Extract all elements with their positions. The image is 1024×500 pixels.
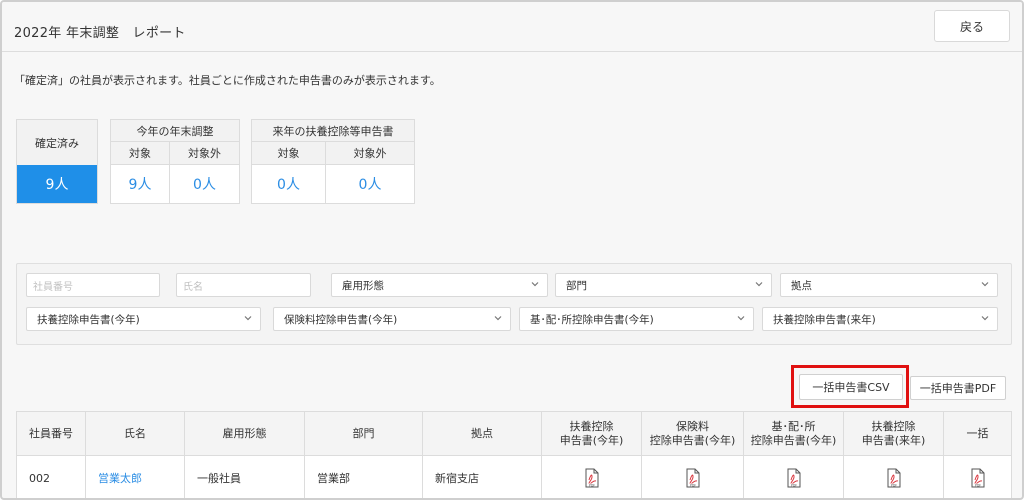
column-header-dependent-next-year: 扶養控除 申告書(来年) <box>844 412 944 456</box>
this-year-target-count[interactable]: 9人 <box>111 165 170 203</box>
insurance-this-year-select[interactable]: 保険料控除申告書(今年) <box>273 307 511 331</box>
next-year-target-label: 対象 <box>252 142 326 165</box>
next-year-title: 来年の扶養控除等申告書 <box>252 120 414 142</box>
column-header-insurance: 保険料 控除申告書(今年) <box>642 412 744 456</box>
this-year-summary: 今年の年末調整 対象 対象外 9人 0人 <box>110 119 240 204</box>
column-header-dependent-next-year-line2: 申告書(来年) <box>861 433 926 447</box>
cell-basic-spouse-income: PDF <box>744 456 844 498</box>
column-header-bulk: 一括 <box>944 412 1011 456</box>
cell-dependent-this-year: PDF <box>542 456 642 498</box>
pdf-file-icon[interactable]: PDF <box>786 468 802 488</box>
location-select[interactable]: 拠点 <box>780 273 998 297</box>
confirmed-label: 確定済み <box>17 120 97 165</box>
pdf-file-icon[interactable]: PDF <box>685 468 701 488</box>
this-year-excluded-count[interactable]: 0人 <box>170 165 239 203</box>
svg-text:PDF: PDF <box>974 483 980 487</box>
dependent-this-year-select[interactable]: 扶養控除申告書(今年) <box>26 307 261 331</box>
chevron-down-icon <box>244 316 252 321</box>
column-header-basic-line2: 控除申告書(今年) <box>750 433 837 447</box>
column-header-basic-line1: 基･配･所 <box>771 419 816 433</box>
chevron-down-icon <box>981 282 989 287</box>
column-header-dependent-this-year-line1: 扶養控除 <box>569 419 614 433</box>
this-year-target-label: 対象 <box>111 142 170 165</box>
employment-type-select-label: 雇用形態 <box>342 279 384 292</box>
confirmed-count[interactable]: 9人 <box>17 165 97 203</box>
department-select-label: 部門 <box>566 279 587 292</box>
employment-type-select[interactable]: 雇用形態 <box>331 273 548 297</box>
column-header-basic-spouse-income: 基･配･所 控除申告書(今年) <box>744 412 844 456</box>
bulk-pdf-button[interactable]: 一括申告書PDF <box>910 376 1006 400</box>
column-header-employment-type[interactable]: 雇用形態 <box>185 412 305 456</box>
confirmed-summary: 確定済み 9人 <box>16 119 98 204</box>
back-button[interactable]: 戻る <box>934 10 1010 42</box>
basic-spouse-income-this-year-select[interactable]: 基･配･所控除申告書(今年) <box>519 307 754 331</box>
employee-name-link[interactable]: 営業太郎 <box>86 456 185 498</box>
cell-department: 営業部 <box>305 456 423 498</box>
chevron-down-icon <box>755 282 763 287</box>
employee-no-input[interactable]: 社員番号 <box>26 273 160 297</box>
cell-insurance: PDF <box>642 456 744 498</box>
dependent-this-year-select-label: 扶養控除申告書(今年) <box>37 313 140 326</box>
svg-text:PDF: PDF <box>689 483 695 487</box>
next-year-excluded-count[interactable]: 0人 <box>326 165 414 203</box>
column-header-employee-no[interactable]: 社員番号 <box>17 412 86 456</box>
highlight-annotation <box>791 365 909 408</box>
department-select[interactable]: 部門 <box>555 273 772 297</box>
cell-employment-type: 一般社員 <box>185 456 305 498</box>
pdf-file-icon[interactable]: PDF <box>970 468 986 488</box>
this-year-excluded-label: 対象外 <box>170 142 239 165</box>
column-header-dependent-this-year: 扶養控除 申告書(今年) <box>542 412 642 456</box>
chevron-down-icon <box>531 282 539 287</box>
next-year-excluded-label: 対象外 <box>326 142 414 165</box>
employee-table: 社員番号 氏名 雇用形態 部門 拠点 扶養控除 申告書(今年) 保険料 控除申告… <box>16 411 1012 498</box>
page-title: 2022年 年末調整 レポート <box>14 26 186 41</box>
notice-text: 「確定済」の社員が表示されます。社員ごとに作成された申告書のみが表示されます。 <box>14 74 441 87</box>
basic-spouse-income-this-year-select-label: 基･配･所控除申告書(今年) <box>530 313 654 326</box>
svg-text:PDF: PDF <box>790 483 796 487</box>
column-header-insurance-line1: 保険料 <box>676 419 709 433</box>
pdf-file-icon[interactable]: PDF <box>886 468 902 488</box>
pdf-file-icon[interactable]: PDF <box>584 468 600 488</box>
cell-dependent-next-year: PDF <box>844 456 944 498</box>
svg-text:PDF: PDF <box>890 483 896 487</box>
insurance-this-year-select-label: 保険料控除申告書(今年) <box>284 313 398 326</box>
column-header-location[interactable]: 拠点 <box>423 412 542 456</box>
cell-location: 新宿支店 <box>423 456 542 498</box>
column-header-name[interactable]: 氏名 <box>86 412 185 456</box>
next-year-target-count[interactable]: 0人 <box>252 165 326 203</box>
column-header-insurance-line2: 控除申告書(今年) <box>649 433 736 447</box>
dependent-next-year-select[interactable]: 扶養控除申告書(来年) <box>762 307 998 331</box>
column-header-dependent-next-year-line1: 扶養控除 <box>871 419 916 433</box>
column-header-department[interactable]: 部門 <box>305 412 423 456</box>
dependent-next-year-select-label: 扶養控除申告書(来年) <box>773 313 876 326</box>
cell-bulk: PDF <box>944 456 1011 498</box>
chevron-down-icon <box>737 316 745 321</box>
this-year-title: 今年の年末調整 <box>111 120 239 142</box>
column-header-dependent-this-year-line2: 申告書(今年) <box>559 433 624 447</box>
cell-employee-no: 002 <box>17 456 86 498</box>
name-input[interactable]: 氏名 <box>176 273 311 297</box>
report-window: 2022年 年末調整 レポート 戻る 「確定済」の社員が表示されます。社員ごとに… <box>0 0 1024 500</box>
svg-text:PDF: PDF <box>588 483 594 487</box>
chevron-down-icon <box>494 316 502 321</box>
location-select-label: 拠点 <box>791 279 812 292</box>
page-header: 2022年 年末調整 レポート 戻る <box>2 2 1022 52</box>
filter-panel: 社員番号 氏名 雇用形態 部門 拠点 扶養控除申告書(今年) 保険料控除申告書(… <box>16 263 1012 345</box>
next-year-summary: 来年の扶養控除等申告書 対象 対象外 0人 0人 <box>251 119 415 204</box>
chevron-down-icon <box>981 316 989 321</box>
